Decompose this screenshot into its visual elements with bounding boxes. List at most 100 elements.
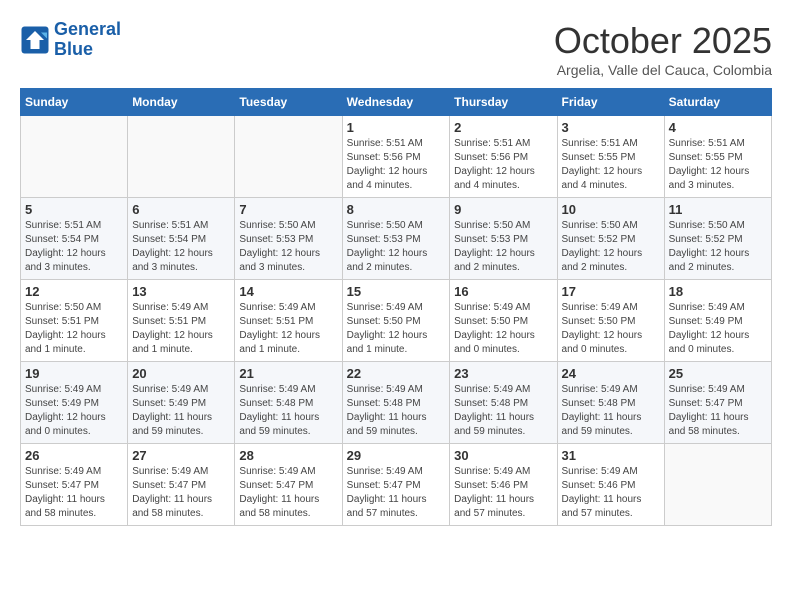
day-number: 2 <box>454 120 552 135</box>
day-info: Sunrise: 5:49 AM Sunset: 5:48 PM Dayligh… <box>562 383 660 439</box>
month-title: October 2025 <box>554 20 772 62</box>
day-number: 24 <box>562 366 660 381</box>
day-info: Sunrise: 5:50 AM Sunset: 5:52 PM Dayligh… <box>562 219 660 275</box>
weekday-header: Monday <box>128 89 235 116</box>
logo-icon <box>20 25 50 55</box>
calendar-table: SundayMondayTuesdayWednesdayThursdayFrid… <box>20 88 772 526</box>
calendar-cell: 1 Sunrise: 5:51 AM Sunset: 5:56 PM Daylig… <box>342 116 450 198</box>
day-info: Sunrise: 5:49 AM Sunset: 5:47 PM Dayligh… <box>25 465 123 521</box>
day-info: Sunrise: 5:51 AM Sunset: 5:55 PM Dayligh… <box>669 137 767 193</box>
day-number: 20 <box>132 366 230 381</box>
day-number: 4 <box>669 120 767 135</box>
day-info: Sunrise: 5:49 AM Sunset: 5:48 PM Dayligh… <box>347 383 446 439</box>
calendar-cell <box>128 116 235 198</box>
calendar-week-row: 5 Sunrise: 5:51 AM Sunset: 5:54 PM Daylig… <box>21 198 772 280</box>
day-info: Sunrise: 5:49 AM Sunset: 5:50 PM Dayligh… <box>562 301 660 357</box>
calendar-cell: 28 Sunrise: 5:49 AM Sunset: 5:47 PM Dayli… <box>235 444 342 526</box>
day-info: Sunrise: 5:49 AM Sunset: 5:50 PM Dayligh… <box>454 301 552 357</box>
day-number: 22 <box>347 366 446 381</box>
calendar-cell: 11 Sunrise: 5:50 AM Sunset: 5:52 PM Dayli… <box>664 198 771 280</box>
day-number: 28 <box>239 448 337 463</box>
day-info: Sunrise: 5:49 AM Sunset: 5:48 PM Dayligh… <box>454 383 552 439</box>
day-number: 10 <box>562 202 660 217</box>
calendar-cell: 12 Sunrise: 5:50 AM Sunset: 5:51 PM Dayli… <box>21 280 128 362</box>
location-subtitle: Argelia, Valle del Cauca, Colombia <box>554 62 772 78</box>
calendar-week-row: 12 Sunrise: 5:50 AM Sunset: 5:51 PM Dayli… <box>21 280 772 362</box>
calendar-cell: 23 Sunrise: 5:49 AM Sunset: 5:48 PM Dayli… <box>450 362 557 444</box>
calendar-cell: 4 Sunrise: 5:51 AM Sunset: 5:55 PM Daylig… <box>664 116 771 198</box>
calendar-cell: 14Sunrise: 5:49 AM Sunset: 5:51 PM Dayli… <box>235 280 342 362</box>
day-number: 23 <box>454 366 552 381</box>
day-info: Sunrise: 5:50 AM Sunset: 5:53 PM Dayligh… <box>454 219 552 275</box>
day-number: 9 <box>454 202 552 217</box>
day-number: 13 <box>132 284 230 299</box>
day-number: 30 <box>454 448 552 463</box>
weekday-header: Wednesday <box>342 89 450 116</box>
calendar-cell: 18Sunrise: 5:49 AM Sunset: 5:49 PM Dayli… <box>664 280 771 362</box>
weekday-header-row: SundayMondayTuesdayWednesdayThursdayFrid… <box>21 89 772 116</box>
calendar-cell: 27 Sunrise: 5:49 AM Sunset: 5:47 PM Dayli… <box>128 444 235 526</box>
calendar-cell: 15Sunrise: 5:49 AM Sunset: 5:50 PM Dayli… <box>342 280 450 362</box>
weekday-header: Saturday <box>664 89 771 116</box>
calendar-cell: 5Sunrise: 5:51 AM Sunset: 5:54 PM Daylig… <box>21 198 128 280</box>
calendar-cell: 21 Sunrise: 5:49 AM Sunset: 5:48 PM Dayli… <box>235 362 342 444</box>
calendar-cell <box>664 444 771 526</box>
calendar-cell: 30 Sunrise: 5:49 AM Sunset: 5:46 PM Dayli… <box>450 444 557 526</box>
calendar-cell: 24 Sunrise: 5:49 AM Sunset: 5:48 PM Dayli… <box>557 362 664 444</box>
logo-general: General <box>54 19 121 39</box>
calendar-cell: 29 Sunrise: 5:49 AM Sunset: 5:47 PM Dayli… <box>342 444 450 526</box>
day-info: Sunrise: 5:50 AM Sunset: 5:52 PM Dayligh… <box>669 219 767 275</box>
weekday-header: Sunday <box>21 89 128 116</box>
day-number: 17 <box>562 284 660 299</box>
day-info: Sunrise: 5:49 AM Sunset: 5:47 PM Dayligh… <box>239 465 337 521</box>
day-info: Sunrise: 5:49 AM Sunset: 5:46 PM Dayligh… <box>454 465 552 521</box>
day-info: Sunrise: 5:49 AM Sunset: 5:47 PM Dayligh… <box>669 383 767 439</box>
calendar-cell: 19Sunrise: 5:49 AM Sunset: 5:49 PM Dayli… <box>21 362 128 444</box>
day-info: Sunrise: 5:49 AM Sunset: 5:47 PM Dayligh… <box>347 465 446 521</box>
day-info: Sunrise: 5:50 AM Sunset: 5:53 PM Dayligh… <box>239 219 337 275</box>
day-number: 12 <box>25 284 123 299</box>
day-info: Sunrise: 5:50 AM Sunset: 5:53 PM Dayligh… <box>347 219 446 275</box>
calendar-cell <box>21 116 128 198</box>
day-number: 7 <box>239 202 337 217</box>
calendar-cell: 3 Sunrise: 5:51 AM Sunset: 5:55 PM Daylig… <box>557 116 664 198</box>
weekday-header: Thursday <box>450 89 557 116</box>
day-info: Sunrise: 5:50 AM Sunset: 5:51 PM Dayligh… <box>25 301 123 357</box>
calendar-week-row: 26 Sunrise: 5:49 AM Sunset: 5:47 PM Dayli… <box>21 444 772 526</box>
day-info: Sunrise: 5:51 AM Sunset: 5:55 PM Dayligh… <box>562 137 660 193</box>
day-info: Sunrise: 5:49 AM Sunset: 5:51 PM Dayligh… <box>132 301 230 357</box>
calendar-cell <box>235 116 342 198</box>
logo-blue: Blue <box>54 39 93 59</box>
day-number: 14 <box>239 284 337 299</box>
day-info: Sunrise: 5:51 AM Sunset: 5:56 PM Dayligh… <box>347 137 446 193</box>
day-info: Sunrise: 5:51 AM Sunset: 5:54 PM Dayligh… <box>132 219 230 275</box>
calendar-cell: 13 Sunrise: 5:49 AM Sunset: 5:51 PM Dayli… <box>128 280 235 362</box>
calendar-cell: 31Sunrise: 5:49 AM Sunset: 5:46 PM Dayli… <box>557 444 664 526</box>
weekday-header: Friday <box>557 89 664 116</box>
day-number: 27 <box>132 448 230 463</box>
day-info: Sunrise: 5:49 AM Sunset: 5:47 PM Dayligh… <box>132 465 230 521</box>
day-number: 6 <box>132 202 230 217</box>
calendar-cell: 22 Sunrise: 5:49 AM Sunset: 5:48 PM Dayli… <box>342 362 450 444</box>
calendar-cell: 16Sunrise: 5:49 AM Sunset: 5:50 PM Dayli… <box>450 280 557 362</box>
day-number: 3 <box>562 120 660 135</box>
day-info: Sunrise: 5:49 AM Sunset: 5:50 PM Dayligh… <box>347 301 446 357</box>
day-info: Sunrise: 5:49 AM Sunset: 5:49 PM Dayligh… <box>25 383 123 439</box>
calendar-cell: 20Sunrise: 5:49 AM Sunset: 5:49 PM Dayli… <box>128 362 235 444</box>
day-number: 1 <box>347 120 446 135</box>
calendar-cell: 6 Sunrise: 5:51 AM Sunset: 5:54 PM Daylig… <box>128 198 235 280</box>
calendar-cell: 26 Sunrise: 5:49 AM Sunset: 5:47 PM Dayli… <box>21 444 128 526</box>
day-number: 21 <box>239 366 337 381</box>
day-number: 25 <box>669 366 767 381</box>
day-number: 8 <box>347 202 446 217</box>
day-number: 5 <box>25 202 123 217</box>
calendar-cell: 25 Sunrise: 5:49 AM Sunset: 5:47 PM Dayli… <box>664 362 771 444</box>
title-block: October 2025 Argelia, Valle del Cauca, C… <box>554 20 772 78</box>
day-info: Sunrise: 5:49 AM Sunset: 5:49 PM Dayligh… <box>669 301 767 357</box>
day-number: 26 <box>25 448 123 463</box>
day-number: 29 <box>347 448 446 463</box>
calendar-cell: 17 Sunrise: 5:49 AM Sunset: 5:50 PM Dayli… <box>557 280 664 362</box>
day-info: Sunrise: 5:49 AM Sunset: 5:48 PM Dayligh… <box>239 383 337 439</box>
day-number: 11 <box>669 202 767 217</box>
logo: General Blue <box>20 20 121 60</box>
